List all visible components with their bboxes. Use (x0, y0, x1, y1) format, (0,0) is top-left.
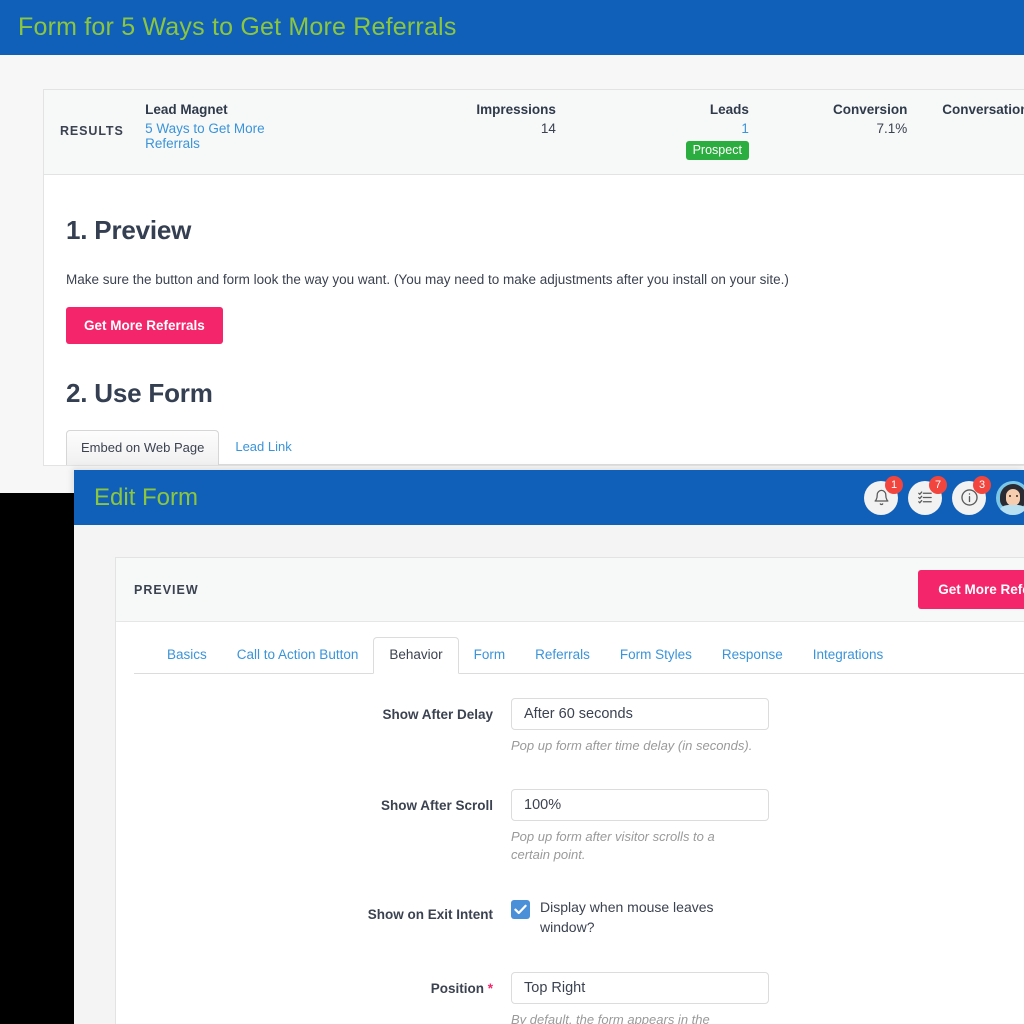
leads-count-link[interactable]: 1 (741, 121, 749, 136)
show-after-scroll-input[interactable] (511, 788, 769, 821)
use-form-tabs: Embed on Web Page Lead Link (66, 429, 1024, 465)
avatar-shirt (998, 504, 1024, 515)
page-header: Form for 5 Ways to Get More Referrals (0, 0, 1024, 55)
results-value-impressions: 14 (540, 121, 556, 136)
label-show-after-scroll: Show After Scroll (380, 797, 493, 813)
field-show-after-delay: Show After Delay Pop up form after time … (116, 698, 1024, 755)
avatar-face (1006, 488, 1020, 506)
results-strip: RESULTS Lead Magnet 5 Ways to Get More R… (44, 90, 1024, 175)
results-col-lead-magnet: Lead Magnet 5 Ways to Get More Referrals (145, 102, 313, 151)
results-col-conversations: Conversations 4 (907, 102, 1024, 136)
results-col-conversion: Conversion 7.1% (749, 102, 907, 136)
field-show-on-exit-intent: Show on Exit Intent Display when mouse l… (116, 898, 1024, 938)
edit-form-modal: Edit Form 1 7 3 PREVIEW Get More Ref Bas… (74, 470, 1024, 1024)
results-col-impressions: Impressions 14 (313, 102, 556, 136)
tab-lead-link[interactable]: Lead Link (219, 430, 305, 464)
modal-body: PREVIEW Get More Referrals Basics Call t… (74, 525, 1024, 1024)
content-card: RESULTS Lead Magnet 5 Ways to Get More R… (43, 89, 1024, 466)
info-button[interactable]: 3 (952, 475, 991, 515)
modal-header: Edit Form 1 7 3 (74, 470, 1024, 525)
results-value-conversion: 7.1% (876, 121, 908, 136)
behavior-form: Show After Delay Pop up form after time … (116, 674, 1024, 1024)
status-badge-prospect: Prospect (685, 141, 749, 160)
avatar[interactable] (996, 480, 1024, 515)
results-header-leads: Leads (709, 102, 749, 117)
tab-call-to-action-button[interactable]: Call to Action Button (222, 637, 374, 673)
results-header-lead-magnet: Lead Magnet (145, 102, 228, 117)
tab-referrals[interactable]: Referrals (520, 637, 605, 673)
help-position: By default, the form appears in the (511, 1011, 710, 1024)
field-show-after-scroll: Show After Scroll Pop up form after visi… (116, 788, 1024, 864)
info-badge: 3 (973, 475, 991, 494)
screen-root: Form for 5 Ways to Get More Referrals RE… (0, 0, 1024, 1024)
label-position-text: Position (430, 980, 484, 996)
show-after-delay-input[interactable] (511, 698, 769, 730)
tab-form[interactable]: Form (459, 637, 521, 673)
tab-basics[interactable]: Basics (152, 637, 222, 673)
modal-preview-label: PREVIEW (134, 582, 199, 597)
lead-magnet-link[interactable]: 5 Ways to Get More Referrals (145, 121, 265, 151)
step2-title: 2. Use Form (66, 378, 213, 408)
avatar-eye-right (1016, 494, 1018, 497)
results-header-conversion: Conversion (833, 102, 908, 117)
preview-cta-button[interactable]: Get More Referrals (66, 307, 223, 344)
results-header-impressions: Impressions (476, 102, 556, 117)
modal-preview-bar: PREVIEW Get More Referrals (116, 558, 1024, 622)
results-value-conversations: 4 (907, 121, 1024, 136)
field-position: Position * By default, the form appears … (116, 971, 1024, 1024)
position-input[interactable] (511, 971, 769, 1004)
steps-section: 1. Preview Make sure the button and form… (44, 175, 1024, 465)
exit-intent-checkbox[interactable] (511, 899, 530, 919)
step1-description: Make sure the button and form look the w… (66, 272, 789, 287)
header-icon-group: 1 7 3 (864, 475, 1024, 515)
tab-embed-on-web-page[interactable]: Embed on Web Page (66, 430, 220, 465)
tab-response[interactable]: Response (707, 637, 798, 673)
required-marker: * (487, 980, 493, 996)
dark-overlay-strip (0, 493, 74, 1024)
help-show-after-scroll: Pop up form after visitor scrolls to a c… (511, 828, 715, 862)
tasks-badge: 7 (929, 475, 947, 494)
help-show-after-delay: Pop up form after time delay (in seconds… (511, 738, 753, 753)
label-show-on-exit-intent: Show on Exit Intent (367, 906, 493, 922)
notifications-button[interactable]: 1 (864, 475, 903, 515)
notifications-badge: 1 (885, 475, 903, 494)
tab-integrations[interactable]: Integrations (798, 637, 899, 673)
label-position: Position * (116, 972, 511, 996)
avatar-eye-left (1009, 494, 1011, 497)
step1-title: 1. Preview (66, 215, 192, 245)
modal-preview-cta-button[interactable]: Get More Referrals (918, 570, 1024, 609)
tasks-button[interactable]: 7 (908, 475, 947, 515)
modal-title: Edit Form (94, 483, 199, 511)
exit-intent-checkbox-label: Display when mouse leaves window? (540, 898, 714, 935)
page-title: Form for 5 Ways to Get More Referrals (18, 13, 457, 41)
results-label: RESULTS (60, 124, 124, 138)
tab-behavior[interactable]: Behavior (373, 637, 459, 674)
tab-form-styles[interactable]: Form Styles (605, 637, 707, 673)
results-header-conversations: Conversations (942, 102, 1024, 117)
results-col-leads: Leads 1 Prospect (556, 102, 749, 160)
modal-card: PREVIEW Get More Referrals Basics Call t… (115, 557, 1024, 1024)
modal-tab-bar: Basics Call to Action Button Behavior Fo… (134, 636, 1024, 674)
label-show-after-delay: Show After Delay (382, 707, 493, 722)
